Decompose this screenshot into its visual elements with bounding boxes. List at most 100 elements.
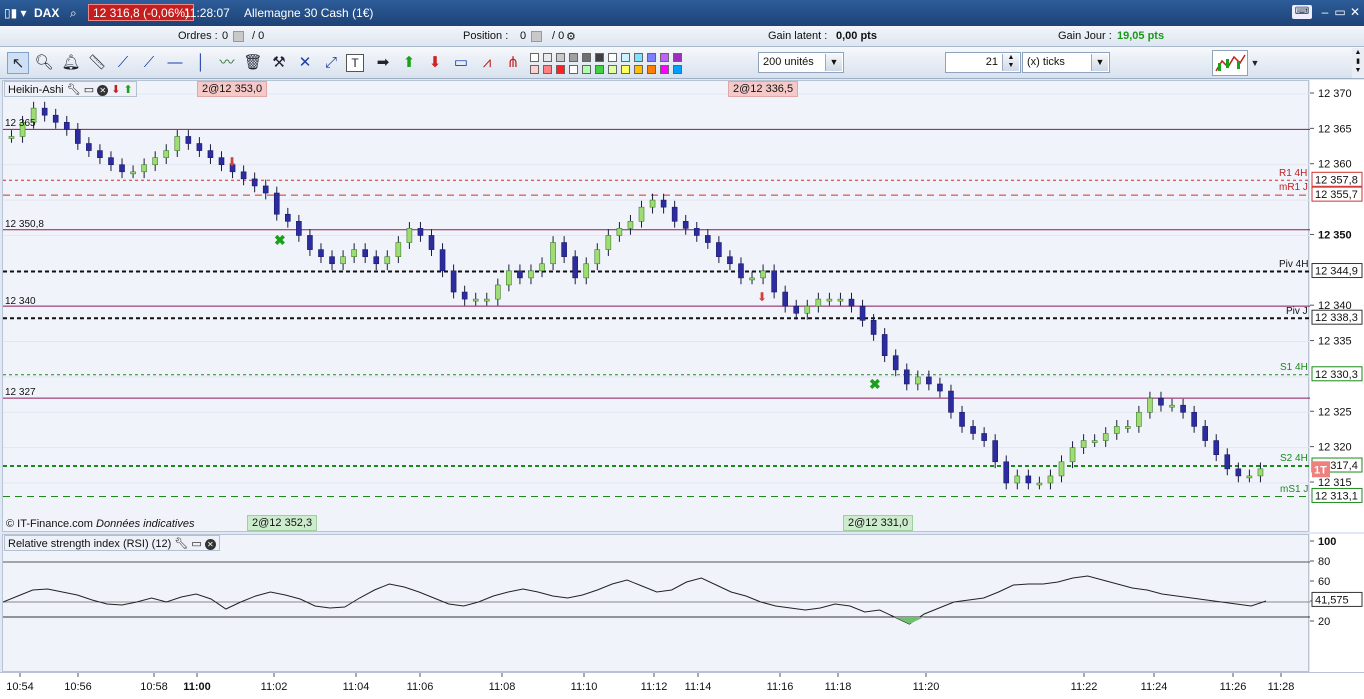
rsi-axis-scale: 1008060402041,575 (1310, 536, 1363, 628)
time-axis[interactable]: 10:54 10:56 10:58 11:00 11:02 11:04 11:06 11:08… (0, 672, 1364, 699)
color-swatch[interactable] (569, 53, 578, 62)
color-swatch[interactable] (595, 53, 604, 62)
candle-body (804, 305, 811, 314)
color-swatch[interactable] (673, 53, 682, 62)
color-swatch[interactable] (556, 65, 565, 74)
buy-arrow-icon[interactable]: ⬆ (398, 52, 420, 74)
regression-icon[interactable]: ⩘ (476, 52, 498, 74)
color-swatch[interactable] (660, 53, 669, 62)
color-swatch[interactable] (530, 65, 539, 74)
close-position-icon[interactable] (528, 30, 542, 42)
search-icon[interactable]: ⌕ (70, 6, 77, 21)
candle-body (970, 426, 976, 434)
color-palette[interactable] (530, 53, 686, 75)
color-swatch[interactable] (621, 65, 630, 74)
pitchfork-icon[interactable]: ⋔ (502, 52, 524, 74)
toolbar-scrollbar[interactable]: ▲ ▮ ▼ (1352, 48, 1364, 78)
close-chart-icon[interactable]: ✕ (97, 85, 109, 96)
chart-window-icon[interactable]: ▯▮ ▾ (4, 6, 27, 20)
cross-line-icon[interactable]: ✕ (294, 52, 316, 74)
color-swatch[interactable] (634, 53, 643, 62)
color-swatch[interactable] (530, 53, 539, 62)
color-swatch[interactable] (608, 65, 617, 74)
units-select[interactable]: 200 unités ▼ (758, 52, 844, 73)
wrench-icon[interactable]: 🔧︎ (174, 538, 188, 550)
color-swatch[interactable] (647, 53, 656, 62)
color-swatch[interactable] (621, 53, 630, 62)
ruler-icon[interactable]: 📏︎ (86, 52, 108, 74)
pointer-tool-icon[interactable]: ↖ (7, 52, 29, 74)
stepper-arrows-icon[interactable]: ▲ ▼ (1002, 54, 1019, 71)
trend-channel-icon[interactable]: 〰 (216, 52, 238, 74)
down-arrow-icon[interactable]: ⬇ (111, 84, 120, 96)
close-rsi-icon[interactable]: ✕ (204, 539, 216, 550)
close-button[interactable]: ✕ (1348, 5, 1362, 19)
text-tool-icon[interactable]: T (346, 54, 364, 72)
color-swatch[interactable] (608, 53, 617, 62)
horizontal-line-icon[interactable]: — (164, 52, 186, 74)
order-tag[interactable]: 2@12 336,5 (728, 81, 799, 97)
color-swatch[interactable] (582, 53, 591, 62)
price-chart-panel[interactable]: ⬇ ⬇ ✖ ✖ Heikin-Ashi 🔧︎ ▭ ✕ ⬇ ⬆ 2@12 353,0 2… (2, 80, 1310, 532)
rsi-value-label: 41,575 (1315, 594, 1349, 606)
segment-tool-icon[interactable]: ⟋ (112, 52, 134, 74)
minimize-button[interactable]: – (1318, 5, 1332, 19)
color-swatch[interactable] (582, 65, 591, 74)
cancel-orders-icon[interactable] (230, 30, 244, 42)
window-icon[interactable]: ▭ (191, 538, 201, 550)
color-swatch[interactable] (595, 65, 604, 74)
ticks-unit-select[interactable]: (x) ticks ▼ (1022, 52, 1110, 73)
price-axis[interactable]: 12 370 12 365 12 360 12 350 12 340 12 335 12 3… (1310, 80, 1364, 532)
color-swatch[interactable] (647, 65, 656, 74)
candle-body (1235, 468, 1242, 477)
order-tag[interactable]: 2@12 331,0 (843, 515, 914, 531)
color-swatch[interactable] (634, 65, 643, 74)
level-label: 12 327 (5, 387, 36, 398)
window-icon[interactable]: ▭ (84, 84, 94, 96)
title-bar: ▯▮ ▾ DAX ⌕ 12 316,8 (-0,06%) 11:28:07 Al… (0, 0, 1364, 26)
candle-body (428, 235, 435, 250)
candle-body (307, 235, 313, 250)
keyboard-icon[interactable]: ⌨ (1292, 5, 1312, 19)
arrow-right-icon[interactable]: ➡ (372, 52, 394, 74)
wrench-icon[interactable]: 🔧︎ (67, 84, 81, 96)
time-tick-label: 11:08 (489, 681, 516, 693)
sell-arrow-icon[interactable]: ⬇ (424, 52, 446, 74)
ticks-stepper[interactable]: 21 ▲ ▼ (945, 52, 1021, 73)
time-tick-label: 11:12 (641, 681, 668, 693)
color-swatch[interactable] (660, 65, 669, 74)
rsi-tick-label: 80 (1318, 556, 1330, 568)
maximize-button[interactable]: ▭ (1333, 5, 1347, 19)
rectangle-tool-icon[interactable]: ▭ (450, 52, 472, 74)
zoom-tool-icon[interactable]: 🔍︎ (33, 52, 55, 74)
color-swatch[interactable] (569, 65, 578, 74)
fibonacci-icon[interactable]: ⤢ (320, 52, 342, 74)
time-tick-label: 11:24 (1141, 681, 1168, 693)
chart-type-button[interactable] (1212, 50, 1248, 76)
chevron-down-icon[interactable]: ▼ (825, 54, 842, 71)
candle-body (859, 305, 866, 321)
candle-body (108, 157, 114, 166)
trash-icon[interactable]: 🗑︎ (242, 52, 264, 74)
pivot-label-s2-4h: S2 4H (1280, 453, 1308, 464)
settings-icon[interactable]: ⚙ (566, 30, 576, 43)
color-swatch[interactable] (543, 65, 552, 74)
vertical-line-icon[interactable]: │ (190, 52, 212, 74)
color-swatch[interactable] (673, 65, 682, 74)
tools-icon[interactable]: ⚒ (268, 52, 290, 74)
line-tool-icon[interactable]: ⟋ (138, 52, 160, 74)
order-tag[interactable]: 2@12 353,0 (197, 81, 268, 97)
color-swatch[interactable] (543, 53, 552, 62)
rsi-panel[interactable]: Relative strength index (RSI) (12) 🔧︎ ▭ … (2, 534, 1310, 672)
up-arrow-icon[interactable]: ⬆ (124, 84, 133, 96)
order-tag[interactable]: 2@12 352,3 (247, 515, 318, 531)
chevron-down-icon[interactable]: ▼ (1091, 54, 1108, 71)
rsi-axis[interactable]: 1008060402041,575 (1310, 534, 1364, 672)
candle-body (881, 334, 888, 356)
alert-bell-icon[interactable]: 🔔︎ (60, 52, 82, 74)
chart-type-dropdown-icon[interactable]: ▼ (1249, 52, 1261, 74)
pivot-label-ms1-j: mS1 J (1280, 484, 1309, 495)
candle-body (616, 228, 623, 236)
candle-body (705, 235, 711, 243)
color-swatch[interactable] (556, 53, 565, 62)
